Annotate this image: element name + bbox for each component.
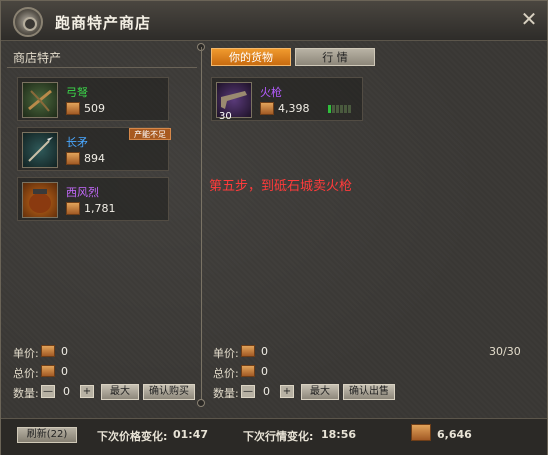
tab-your-goods[interactable]: 你的货物 xyxy=(211,48,291,66)
buy-total-price: 0 xyxy=(61,365,68,378)
price-scroll-icon xyxy=(241,345,255,357)
sell-total-price-label: 总价: xyxy=(213,367,239,380)
capacity-shortage-badge: 产能不足 xyxy=(129,128,171,140)
buy-decrease-button[interactable]: — xyxy=(41,385,55,398)
shop-specialty-header: 商店特产 xyxy=(13,51,62,65)
supply-bar xyxy=(348,105,351,113)
next-market-change-label: 下次行情变化: xyxy=(243,430,314,443)
gear-icon xyxy=(13,7,43,37)
price-scroll-icon xyxy=(260,102,274,115)
money-scroll-icon xyxy=(411,424,431,441)
item-name: 西风烈 xyxy=(66,186,99,199)
wine-jar-icon xyxy=(22,182,58,218)
price-scroll-icon xyxy=(66,102,80,115)
supply-bar xyxy=(340,105,343,113)
sell-increase-button[interactable]: + xyxy=(280,385,294,398)
sell-quantity-label: 数量: xyxy=(213,387,239,400)
item-name: 弓弩 xyxy=(66,86,88,99)
divider-knob-bottom xyxy=(197,399,205,407)
tab-market[interactable]: 行 情 xyxy=(295,48,375,66)
sell-decrease-button[interactable]: — xyxy=(241,385,255,398)
supply-bar xyxy=(336,105,339,113)
money-amount: 6,646 xyxy=(437,428,472,441)
item-name: 火枪 xyxy=(260,86,282,99)
item-price: 894 xyxy=(84,152,105,165)
shop-window: 跑商特产商店 ✕ 商店特产 弓弩 509 长矛 894 产能不足 西风烈 1,7… xyxy=(0,0,548,455)
crossbow-icon xyxy=(22,82,58,118)
supply-bar xyxy=(328,105,331,113)
supply-bar xyxy=(344,105,347,113)
refresh-button[interactable]: 刷新(22) xyxy=(17,427,77,443)
supply-level-bars xyxy=(328,103,352,113)
item-price: 4,398 xyxy=(278,102,310,115)
buy-total-price-label: 总价: xyxy=(13,367,39,380)
next-market-change-time: 18:56 xyxy=(321,428,357,441)
sell-max-button[interactable]: 最大 xyxy=(301,384,339,400)
sell-quantity-value[interactable]: 0 xyxy=(263,385,270,398)
spear-icon xyxy=(22,132,58,168)
price-scroll-icon xyxy=(41,345,55,357)
panel-divider xyxy=(201,47,202,407)
window-title: 跑商特产商店 xyxy=(55,14,152,32)
buy-unit-price: 0 xyxy=(61,345,68,358)
confirm-sell-button[interactable]: 确认出售 xyxy=(343,384,395,400)
price-scroll-icon xyxy=(41,365,55,377)
buy-increase-button[interactable]: + xyxy=(80,385,94,398)
price-scroll-icon xyxy=(66,152,80,165)
close-icon[interactable]: ✕ xyxy=(519,9,539,29)
cargo-item-musket[interactable]: 火枪 4,398 xyxy=(211,77,363,121)
item-price: 1,781 xyxy=(84,202,116,215)
item-name: 长矛 xyxy=(66,136,88,149)
sell-unit-price-label: 单价: xyxy=(213,347,239,360)
next-price-change-label: 下次价格变化: xyxy=(97,430,168,443)
item-price: 509 xyxy=(84,102,105,115)
price-scroll-icon xyxy=(241,365,255,377)
guide-note: 第五步，到砥石城卖火枪 xyxy=(209,179,353,194)
buy-quantity-label: 数量: xyxy=(13,387,39,400)
buy-unit-price-label: 单价: xyxy=(13,347,39,360)
price-scroll-icon xyxy=(66,202,80,215)
sell-total-price: 0 xyxy=(261,365,268,378)
buy-max-button[interactable]: 最大 xyxy=(101,384,139,400)
supply-bar xyxy=(332,105,335,113)
shop-item-xifenglie[interactable]: 西风烈 1,781 xyxy=(17,177,169,221)
shop-item-crossbow[interactable]: 弓弩 509 xyxy=(17,77,169,121)
title-bar: 跑商特产商店 ✕ xyxy=(1,1,547,41)
cargo-capacity: 30/30 xyxy=(489,345,521,358)
confirm-buy-button[interactable]: 确认购买 xyxy=(143,384,195,400)
left-header-divider xyxy=(7,67,197,68)
buy-quantity-value[interactable]: 0 xyxy=(63,385,70,398)
cargo-quantity: 30 xyxy=(219,111,232,122)
next-price-change-time: 01:47 xyxy=(173,428,209,441)
sell-unit-price: 0 xyxy=(261,345,268,358)
